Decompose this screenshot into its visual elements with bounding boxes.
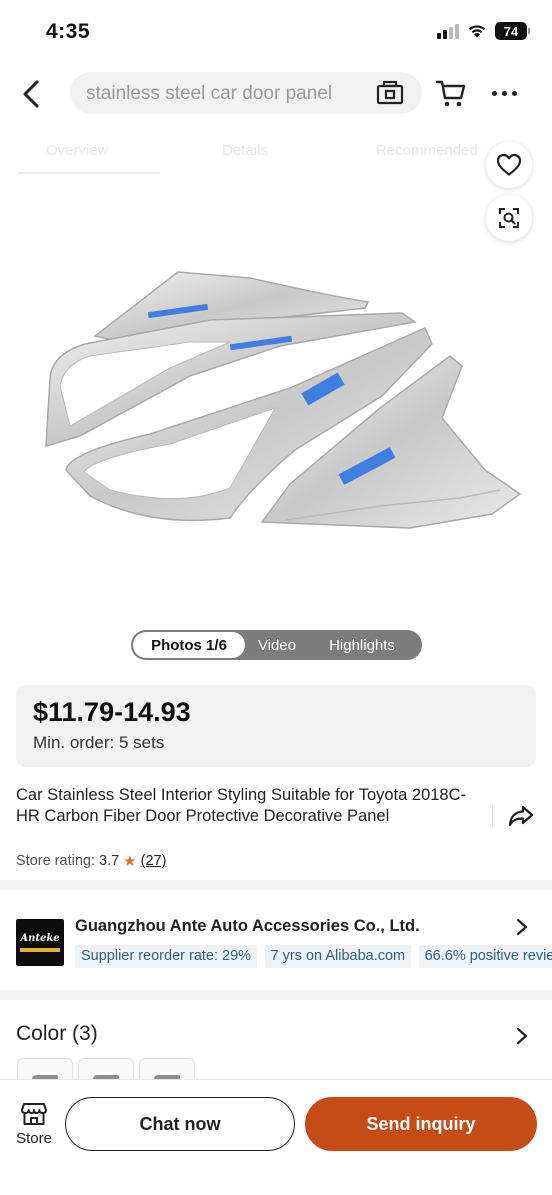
- store-rating: Store rating: 3.7 ★ (27): [16, 852, 166, 870]
- camera-search-icon: [376, 80, 404, 105]
- camera-search-button[interactable]: [376, 80, 404, 106]
- tab-overview[interactable]: Overview: [46, 142, 109, 159]
- store-label: Store: [16, 1130, 52, 1147]
- color-title[interactable]: Color (3): [16, 1022, 98, 1046]
- image-search-button[interactable]: [486, 195, 532, 241]
- store-icon: [21, 1103, 47, 1125]
- wifi-icon: [468, 25, 486, 38]
- search-input[interactable]: stainless steel car door panel: [70, 72, 422, 114]
- store-button[interactable]: Store: [10, 1100, 58, 1150]
- share-arrow-icon: [508, 805, 534, 827]
- logo-text: Anteke: [20, 933, 60, 944]
- share-button[interactable]: [506, 802, 540, 832]
- send-inquiry-button[interactable]: Send inquiry: [305, 1097, 537, 1151]
- more-dots-icon[interactable]: [484, 78, 524, 108]
- section-separator: [0, 880, 552, 890]
- search-query: stainless steel car door panel: [86, 83, 333, 104]
- product-image[interactable]: [30, 258, 530, 548]
- chat-now-button[interactable]: Chat now: [65, 1097, 295, 1151]
- heart-icon: [496, 153, 522, 176]
- supplier-tags: Supplier reorder rate: 29% 7 yrs on Alib…: [75, 945, 552, 969]
- cart-button[interactable]: [434, 74, 468, 110]
- price-card: $11.79-14.93 Min. order: 5 sets: [16, 685, 536, 767]
- supplier-name[interactable]: Guangzhou Ante Auto Accessories Co., Ltd…: [75, 917, 420, 936]
- cart-icon: [435, 80, 466, 107]
- nav-bar: stainless steel car door panel: [0, 66, 552, 122]
- chevron-left-icon: [23, 80, 39, 108]
- tab-video[interactable]: Video: [245, 632, 309, 658]
- image-search-icon: [499, 208, 519, 228]
- rating-label: Store rating:: [16, 853, 95, 869]
- star-icon: ★: [123, 853, 137, 870]
- years-tag: 7 yrs on Alibaba.com: [264, 945, 412, 968]
- battery-icon: 74: [495, 22, 530, 40]
- tab-highlights[interactable]: Highlights: [309, 632, 415, 658]
- tab-recommended[interactable]: Recommended: [376, 142, 478, 159]
- reorder-rate-tag: Supplier reorder rate: 29%: [75, 945, 258, 968]
- supplier-logo[interactable]: Anteke: [16, 919, 64, 966]
- min-order: Min. order: 5 sets: [33, 733, 165, 752]
- rating-count-link[interactable]: (27): [141, 853, 167, 869]
- positive-reviews-tag: 66.6% positive reviews: [418, 945, 552, 968]
- chevron-right-icon[interactable]: [512, 1024, 532, 1048]
- divider: [492, 805, 493, 827]
- signal-icon: [437, 23, 459, 39]
- section-separator: [0, 990, 552, 1000]
- tab-photos[interactable]: Photos 1/6: [133, 632, 245, 658]
- media-tabs: Photos 1/6 Video Highlights: [131, 630, 422, 660]
- product-title: Car Stainless Steel Interior Styling Sui…: [16, 786, 467, 825]
- back-button[interactable]: [14, 76, 48, 112]
- battery-level: 74: [495, 22, 527, 40]
- rating-value: 3.7: [99, 853, 120, 869]
- tab-underline: [18, 172, 160, 174]
- bottom-action-bar: Store Chat now Send inquiry: [0, 1079, 552, 1195]
- favorite-button[interactable]: [486, 142, 532, 188]
- status-icons: 74: [437, 22, 530, 40]
- chevron-right-icon[interactable]: [512, 916, 532, 938]
- section-tabs: Overview Details Recommended: [0, 136, 552, 176]
- tab-details[interactable]: Details: [222, 142, 268, 159]
- status-bar: 4:35 74: [0, 0, 552, 62]
- status-time: 4:35: [46, 20, 91, 43]
- price-range: $11.79-14.93: [33, 697, 191, 727]
